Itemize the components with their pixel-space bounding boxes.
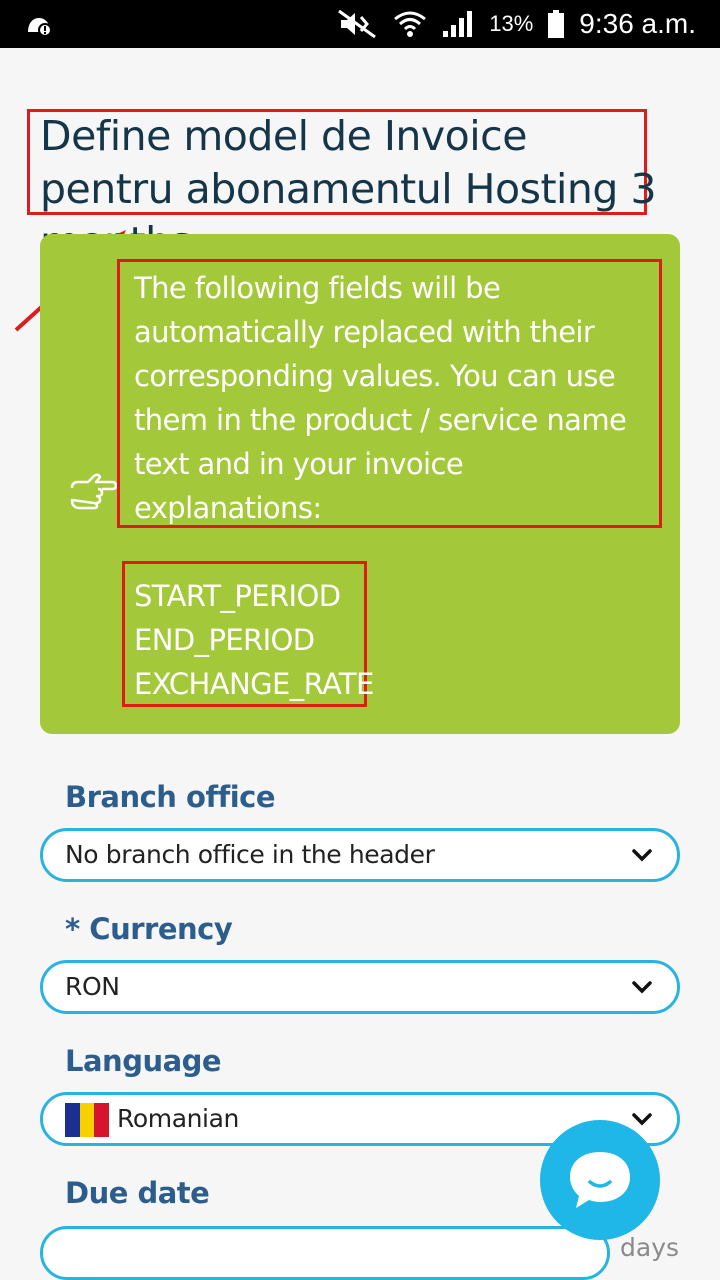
- pointing-hand-icon: [70, 473, 118, 510]
- branch-office-value: No branch office in the header: [65, 840, 435, 869]
- currency-select[interactable]: RON: [40, 960, 680, 1014]
- status-bar: 13% 9:36 a.m.: [0, 0, 720, 48]
- chevron-down-icon: [632, 981, 652, 994]
- variable-item: END_PERIOD: [134, 623, 315, 657]
- romania-flag-icon: [65, 1103, 110, 1137]
- required-marker: *: [65, 912, 80, 946]
- info-description: The following fields will be automatical…: [134, 271, 627, 525]
- chevron-down-icon: [632, 849, 652, 862]
- due-date-input[interactable]: [40, 1226, 610, 1280]
- notification-icon: [28, 18, 52, 37]
- chat-bubble-icon: [570, 1152, 630, 1208]
- wifi-icon: [394, 11, 427, 37]
- due-date-label: Due date: [65, 1176, 210, 1210]
- currency-value: RON: [65, 972, 120, 1001]
- language-label: Language: [65, 1044, 222, 1078]
- variable-item: EXCHANGE_RATE: [134, 667, 374, 701]
- variables-list: START_PERIOD END_PERIOD EXCHANGE_RATE: [134, 574, 374, 706]
- clock: 9:36 a.m.: [579, 8, 696, 39]
- battery-percent: 13%: [489, 11, 534, 36]
- signal-icon: [443, 11, 473, 37]
- branch-office-select[interactable]: No branch office in the header: [40, 828, 680, 882]
- battery-icon: [548, 10, 565, 38]
- branch-office-label: Branch office: [65, 780, 276, 814]
- mute-icon: [338, 9, 377, 39]
- chat-button[interactable]: [540, 1120, 660, 1240]
- language-value: Romanian: [117, 1104, 239, 1133]
- currency-label-text: Currency: [89, 912, 233, 946]
- variable-item: START_PERIOD: [134, 579, 341, 613]
- currency-label: * Currency: [65, 912, 233, 946]
